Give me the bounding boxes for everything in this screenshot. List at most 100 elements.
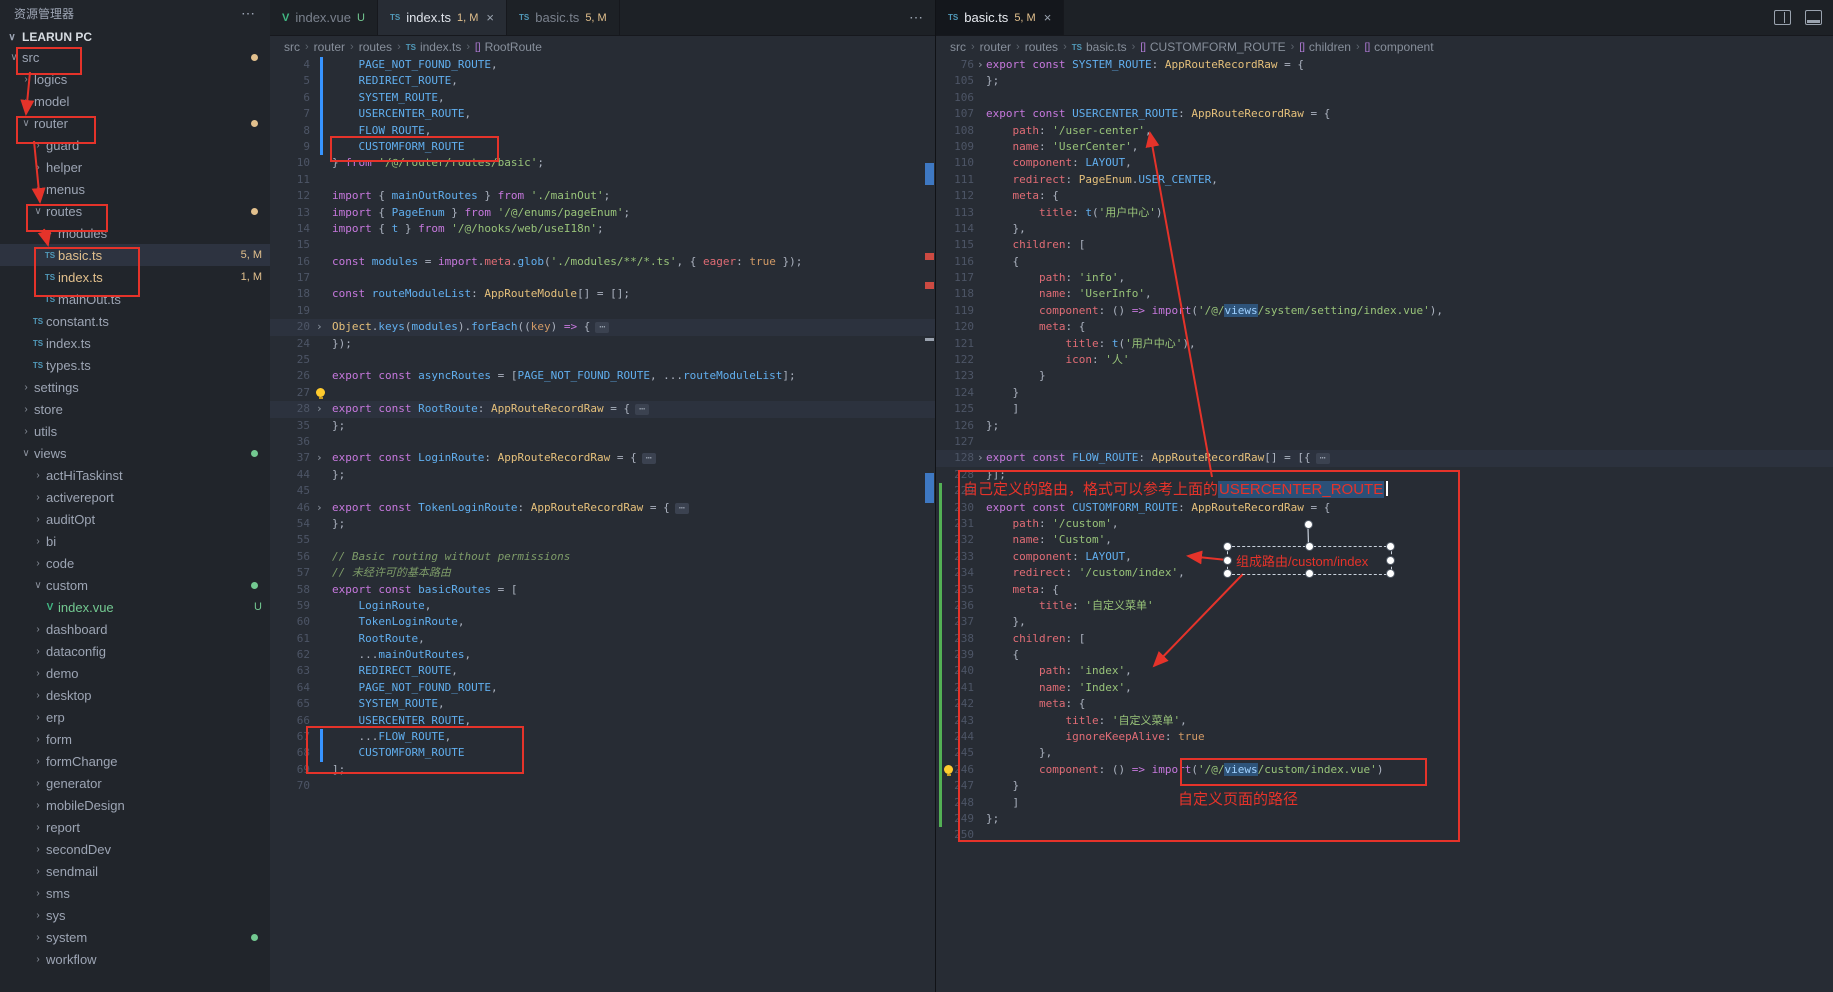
line-number[interactable]: 18 (270, 286, 310, 302)
line-number[interactable]: 62 (270, 647, 310, 663)
code-line-25[interactable]: 25 (270, 352, 935, 368)
code-line-54[interactable]: 54}; (270, 516, 935, 532)
tree-item-mainOut.ts[interactable]: TSmainOut.ts (0, 288, 270, 310)
tree-item-index.ts[interactable]: TSindex.ts (0, 332, 270, 354)
tree-item-mobileDesign[interactable]: ›mobileDesign (0, 794, 270, 816)
customize-layout-icon[interactable] (1805, 10, 1822, 25)
tree-item-sendmail[interactable]: ›sendmail (0, 860, 270, 882)
tree-item-dataconfig[interactable]: ›dataconfig (0, 640, 270, 662)
line-number[interactable]: 69 (270, 762, 310, 778)
code-line-123[interactable]: 123 } (936, 368, 1833, 384)
code-line-248[interactable]: 248 ] (936, 795, 1833, 811)
tree-item-router[interactable]: ∨router (0, 112, 270, 134)
tree-item-constant.ts[interactable]: TSconstant.ts (0, 310, 270, 332)
line-number[interactable]: 55 (270, 532, 310, 548)
tree-item-menus[interactable]: ›menus (0, 178, 270, 200)
line-number[interactable]: 67 (270, 729, 310, 745)
line-number[interactable]: 108 (936, 123, 974, 139)
tree-item-bi[interactable]: ›bi (0, 530, 270, 552)
line-number[interactable]: 20 (270, 319, 310, 335)
tree-item-index.ts[interactable]: TSindex.ts1, M (0, 266, 270, 288)
line-number[interactable]: 7 (270, 106, 310, 122)
close-icon[interactable]: × (486, 10, 494, 25)
code-line-66[interactable]: 66 USERCENTER_ROUTE, (270, 713, 935, 729)
line-number[interactable]: 121 (936, 336, 974, 352)
code-line-111[interactable]: 111 redirect: PageEnum.USER_CENTER, (936, 172, 1833, 188)
line-number[interactable]: 27 (270, 385, 310, 401)
split-editor-icon[interactable] (1774, 10, 1791, 25)
code-line-12[interactable]: 12import { mainOutRoutes } from './mainO… (270, 188, 935, 204)
line-number[interactable]: 46 (270, 500, 310, 516)
line-number[interactable]: 14 (270, 221, 310, 237)
code-line-61[interactable]: 61 RootRoute, (270, 631, 935, 647)
code-editor-basic-ts[interactable]: 76›export const SYSTEM_ROUTE: AppRouteRe… (936, 57, 1833, 992)
line-number[interactable]: 127 (936, 434, 974, 450)
line-number[interactable]: 12 (270, 188, 310, 204)
code-line-245[interactable]: 245 }, (936, 745, 1833, 761)
line-number[interactable]: 4 (270, 57, 310, 73)
code-line-110[interactable]: 110 component: LAYOUT, (936, 155, 1833, 171)
line-number[interactable]: 119 (936, 303, 974, 319)
line-number[interactable]: 122 (936, 352, 974, 368)
breadcrumb-item-CUSTOMFORM_ROUTE[interactable]: []CUSTOMFORM_ROUTE (1140, 40, 1285, 54)
tree-item-activereport[interactable]: ›activereport (0, 486, 270, 508)
line-number[interactable]: 60 (270, 614, 310, 630)
code-line-118[interactable]: 118 name: 'UserInfo', (936, 286, 1833, 302)
code-line-60[interactable]: 60 TokenLoginRoute, (270, 614, 935, 630)
code-line-117[interactable]: 117 path: 'info', (936, 270, 1833, 286)
code-line-238[interactable]: 238 children: [ (936, 631, 1833, 647)
code-line-236[interactable]: 236 title: '自定义菜单' (936, 598, 1833, 614)
code-line-114[interactable]: 114 }, (936, 221, 1833, 237)
tree-item-sys[interactable]: ›sys (0, 904, 270, 926)
tree-item-model[interactable]: ›model (0, 90, 270, 112)
tree-item-types.ts[interactable]: TStypes.ts (0, 354, 270, 376)
code-line-14[interactable]: 14import { t } from '/@/hooks/web/useI18… (270, 221, 935, 237)
tree-item-modules[interactable]: ›modules (0, 222, 270, 244)
code-line-45[interactable]: 45 (270, 483, 935, 499)
code-line-4[interactable]: 4 PAGE_NOT_FOUND_ROUTE, (270, 57, 935, 73)
tree-item-index.vue[interactable]: Vindex.vueU (0, 596, 270, 618)
line-number[interactable]: 17 (270, 270, 310, 286)
tree-item-utils[interactable]: ›utils (0, 420, 270, 442)
lightbulb-icon[interactable] (316, 388, 325, 397)
code-line-46[interactable]: 46›export const TokenLoginRoute: AppRout… (270, 500, 935, 516)
line-number[interactable]: 57 (270, 565, 310, 581)
code-line-231[interactable]: 231 path: '/custom', (936, 516, 1833, 532)
line-number[interactable]: 126 (936, 418, 974, 434)
tree-item-dashboard[interactable]: ›dashboard (0, 618, 270, 640)
code-line-65[interactable]: 65 SYSTEM_ROUTE, (270, 696, 935, 712)
code-line-244[interactable]: 244 ignoreKeepAlive: true (936, 729, 1833, 745)
code-line-241[interactable]: 241 name: 'Index', (936, 680, 1833, 696)
code-line-57[interactable]: 57// 未经许可的基本路由 (270, 565, 935, 581)
code-line-126[interactable]: 126}; (936, 418, 1833, 434)
code-line-249[interactable]: 249}; (936, 811, 1833, 827)
tree-item-guard[interactable]: ›guard (0, 134, 270, 156)
tree-item-code[interactable]: ›code (0, 552, 270, 574)
tree-item-secondDev[interactable]: ›secondDev (0, 838, 270, 860)
line-number[interactable]: 10 (270, 155, 310, 171)
tree-item-logics[interactable]: ›logics (0, 68, 270, 90)
code-line-240[interactable]: 240 path: 'index', (936, 663, 1833, 679)
code-line-36[interactable]: 36 (270, 434, 935, 450)
code-line-76[interactable]: 76›export const SYSTEM_ROUTE: AppRouteRe… (936, 57, 1833, 73)
tree-item-routes[interactable]: ∨routes (0, 200, 270, 222)
code-line-124[interactable]: 124 } (936, 385, 1833, 401)
tree-item-workflow[interactable]: ›workflow (0, 948, 270, 970)
line-number[interactable]: 106 (936, 90, 974, 106)
line-number[interactable]: 116 (936, 254, 974, 270)
code-line-37[interactable]: 37›export const LoginRoute: AppRouteReco… (270, 450, 935, 466)
code-line-15[interactable]: 15 (270, 237, 935, 253)
tree-item-basic.ts[interactable]: TSbasic.ts5, M (0, 244, 270, 266)
tree-item-views[interactable]: ∨views (0, 442, 270, 464)
code-line-59[interactable]: 59 LoginRoute, (270, 598, 935, 614)
line-number[interactable]: 111 (936, 172, 974, 188)
code-line-250[interactable]: 250 (936, 827, 1833, 843)
code-line-28[interactable]: 28›export const RootRoute: AppRouteRecor… (270, 401, 935, 417)
tree-item-report[interactable]: ›report (0, 816, 270, 838)
code-line-68[interactable]: 68 CUSTOMFORM_ROUTE (270, 745, 935, 761)
fold-chevron-icon[interactable]: › (316, 319, 323, 335)
fold-chevron-icon[interactable]: › (316, 401, 323, 417)
line-number[interactable]: 28 (270, 401, 310, 417)
code-line-127[interactable]: 127 (936, 434, 1833, 450)
code-line-121[interactable]: 121 title: t('用户中心'), (936, 336, 1833, 352)
